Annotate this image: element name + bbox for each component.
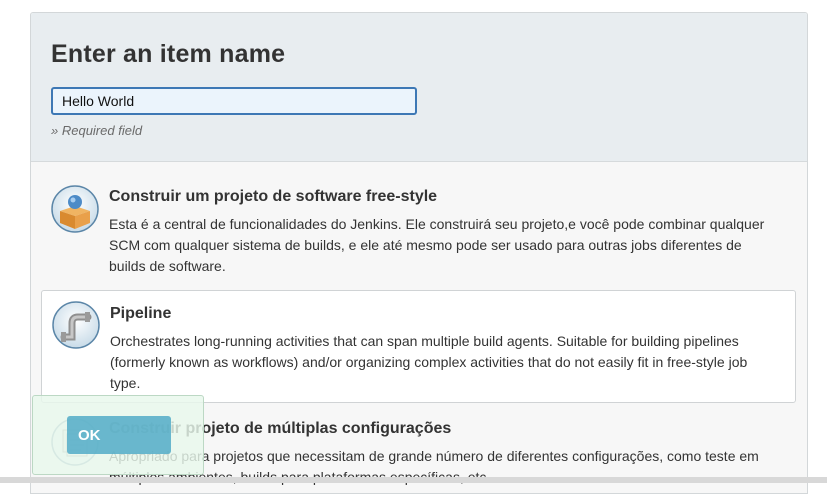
page-title: Enter an item name xyxy=(51,40,286,68)
item-pipeline[interactable]: Pipeline Orchestrates long-running activ… xyxy=(41,290,796,403)
pipeline-icon xyxy=(52,301,100,349)
freestyle-project-icon xyxy=(51,185,99,233)
required-field-note: » Required field xyxy=(51,123,143,138)
item-name-input[interactable] xyxy=(51,87,417,115)
ok-button[interactable]: OK xyxy=(67,416,171,454)
item-freestyle-project[interactable]: Construir um projeto de software free-st… xyxy=(41,173,796,283)
item-title: Construir um projeto de software free-st… xyxy=(109,188,438,205)
ok-button-panel: OK xyxy=(32,395,204,475)
item-description: Orchestrates long-running activities tha… xyxy=(110,333,748,391)
item-name-section: Enter an item name » Required field xyxy=(31,13,807,162)
window-bottom-edge xyxy=(0,477,827,483)
item-title: Pipeline xyxy=(110,305,172,322)
item-description: Esta é a central de funcionalidades do J… xyxy=(109,216,765,274)
